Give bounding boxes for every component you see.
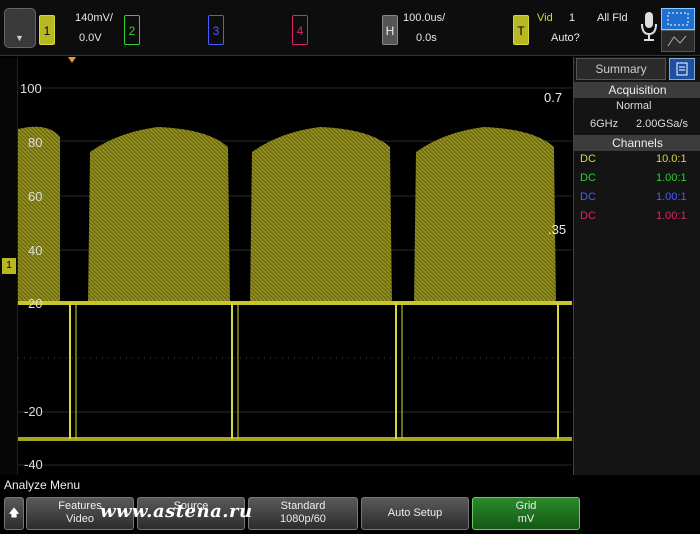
channel-1-ground-marker[interactable]: 1 — [2, 258, 16, 274]
y-label-60: 60 — [28, 189, 43, 204]
ch1-coupling: DC — [580, 153, 596, 165]
horizontal-button[interactable]: H — [382, 15, 398, 45]
menu-back-button[interactable]: 🡅 — [4, 497, 24, 530]
status-bar: ▼ 1 140mV/ 0.0V 2 3 4 H 100.0us/ 0.0s T … — [0, 0, 700, 56]
document-icon[interactable] — [669, 58, 695, 80]
tab-summary[interactable]: Summary — [576, 58, 666, 80]
trigger-type: Vid — [537, 12, 553, 24]
y-label-20: 20 — [28, 296, 43, 311]
timebase: 100.0us/ — [403, 12, 446, 24]
channels-header: Channels — [574, 135, 700, 151]
grid-marker-mid: .35 — [548, 222, 567, 237]
channel-4-button[interactable]: 4 — [292, 15, 308, 45]
ch1-scale: 140mV/ — [75, 12, 113, 24]
ch4-coupling: DC — [580, 210, 596, 222]
y-label-100: 100 — [20, 81, 42, 96]
menu-title: Analyze Menu — [4, 478, 81, 492]
zoom-select-icon[interactable] — [661, 8, 695, 30]
y-label-minus-20: -20 — [24, 404, 43, 419]
arrow-up-icon: 🡅 — [8, 507, 20, 519]
y-label-40: 40 — [28, 243, 43, 258]
summary-panel: Summary Acquisition Normal 6GHz 2.00GSa/… — [573, 57, 700, 475]
sample-rate: 2.00GSa/s — [636, 118, 688, 130]
y-label-minus-40: -40 — [24, 457, 43, 472]
ch2-coupling: DC — [580, 172, 596, 184]
ch3-coupling: DC — [580, 191, 596, 203]
ch3-probe: 1.00:1 — [656, 191, 687, 203]
acquisition-header: Acquisition — [574, 82, 700, 98]
softkey-grid[interactable]: Grid mV — [472, 497, 580, 530]
watermark: www.astena.ru — [100, 501, 253, 522]
softkey-auto-setup[interactable]: Auto Setup — [361, 497, 469, 530]
ch1-offset: 0.0V — [79, 32, 102, 44]
channel-1-button[interactable]: 1 — [39, 15, 55, 45]
grid-marker-top: 0.7 — [544, 90, 563, 105]
ch1-probe: 10.0:1 — [656, 153, 687, 165]
ch4-probe: 1.00:1 — [656, 210, 687, 222]
channel-2-button[interactable]: 2 — [124, 15, 140, 45]
channel-3-button[interactable]: 3 — [208, 15, 224, 45]
microphone-icon[interactable] — [640, 10, 658, 44]
acquisition-mode: Normal — [616, 100, 652, 112]
ch2-probe: 1.00:1 — [656, 172, 687, 184]
chevron-down-icon: ▼ — [15, 33, 24, 43]
trigger-mode: Auto? — [551, 32, 580, 44]
delay: 0.0s — [416, 32, 437, 44]
trigger-channel: 1 — [569, 12, 576, 24]
trigger-button[interactable]: T — [513, 15, 529, 45]
softkey-standard[interactable]: Standard 1080p/60 — [248, 497, 358, 530]
y-label-80: 80 — [28, 135, 43, 150]
waveform-draw-icon[interactable] — [661, 30, 695, 52]
trigger-field: All Fld — [597, 12, 628, 24]
waveform-display[interactable]: 100 80 60 40 20 -20 -40 0.7 .35 — [18, 57, 572, 475]
main-menu-button[interactable]: ▼ — [4, 8, 36, 48]
bandwidth: 6GHz — [590, 118, 619, 130]
